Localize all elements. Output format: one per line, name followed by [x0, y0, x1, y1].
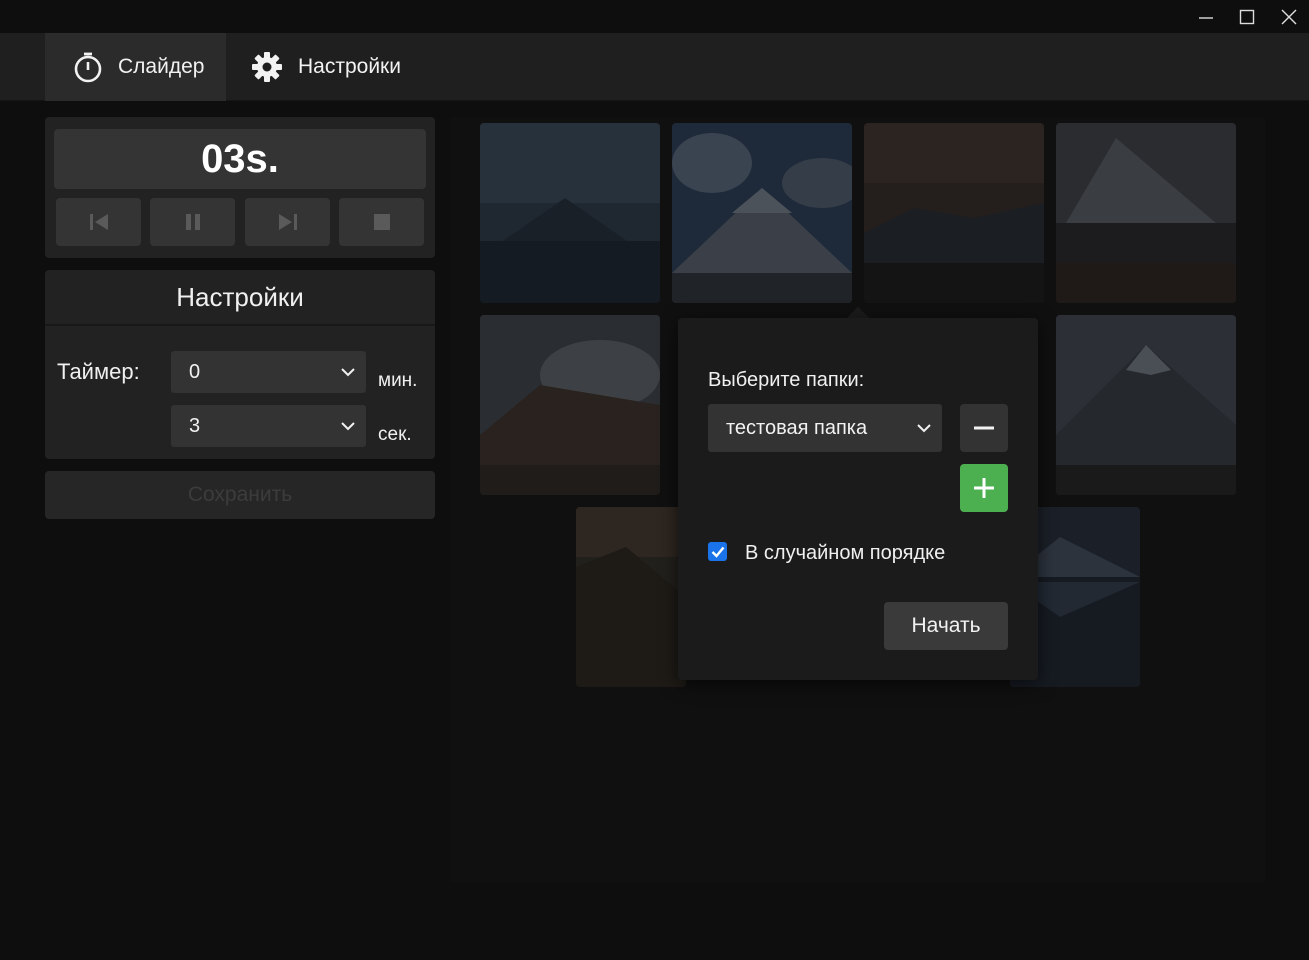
folder-select-popup: Выберите папки: тестовая папка В случайн… [678, 318, 1038, 680]
gallery-image[interactable] [864, 123, 1044, 303]
timer-display: 03s. [54, 129, 426, 189]
navbar: Слайдер Настройки [0, 33, 1309, 101]
seconds-value: 3 [189, 414, 201, 437]
gear-icon [252, 52, 282, 82]
gallery-image[interactable] [480, 123, 660, 303]
start-button[interactable]: Начать [884, 602, 1008, 650]
gallery-image[interactable] [480, 315, 660, 495]
tab-settings-label: Настройки [298, 55, 401, 78]
chevron-down-icon [341, 368, 355, 377]
chevron-down-icon [341, 422, 355, 431]
tab-slider[interactable]: Слайдер [45, 33, 226, 101]
settings-title: Настройки [45, 270, 435, 326]
save-button[interactable]: Сохранить [45, 471, 435, 519]
remove-folder-button[interactable] [960, 404, 1008, 452]
close-button[interactable] [1268, 0, 1309, 33]
minutes-value: 0 [189, 360, 201, 383]
previous-button[interactable] [56, 198, 141, 246]
pause-icon [185, 214, 200, 230]
random-order-checkbox[interactable] [708, 542, 727, 561]
minutes-unit: мин. [378, 370, 418, 391]
volcano-landscape-image [1056, 123, 1236, 303]
minimize-button[interactable] [1185, 0, 1227, 33]
chevron-down-icon [917, 424, 931, 433]
skip-next-icon [278, 214, 297, 230]
stop-icon [373, 214, 390, 230]
volcano-landscape-image [672, 123, 852, 303]
tab-slider-label: Слайдер [118, 55, 205, 78]
title-bar [0, 0, 1309, 33]
folder-select[interactable]: тестовая папка [708, 404, 942, 452]
gallery-image[interactable] [576, 507, 686, 687]
volcano-landscape-image [480, 123, 660, 303]
volcano-landscape-image [864, 123, 1044, 303]
random-order-label: В случайном порядке [745, 542, 946, 564]
player-panel: 03s. [45, 117, 435, 258]
volcano-landscape-image [480, 315, 660, 495]
seconds-unit: сек. [378, 424, 412, 445]
gallery-image[interactable] [1056, 315, 1236, 495]
volcano-landscape-image [1056, 315, 1236, 495]
pause-button[interactable] [150, 198, 235, 246]
minimize-icon [1199, 16, 1213, 19]
tab-settings[interactable]: Настройки [250, 33, 430, 101]
stop-button[interactable] [339, 198, 424, 246]
skip-previous-icon [89, 214, 108, 230]
add-folder-button[interactable] [960, 464, 1008, 512]
minus-icon [974, 426, 994, 430]
close-icon [1281, 9, 1297, 24]
seconds-select[interactable]: 3 [171, 405, 366, 447]
volcano-landscape-image [576, 507, 686, 687]
checkmark-icon [711, 546, 724, 558]
gallery-image[interactable] [1056, 123, 1236, 303]
maximize-button[interactable] [1226, 0, 1268, 33]
popup-title: Выберите папки: [708, 369, 865, 391]
timer-label: Таймер: [57, 359, 140, 384]
maximize-icon [1239, 9, 1255, 24]
folder-select-value: тестовая папка [726, 416, 868, 439]
next-button[interactable] [245, 198, 330, 246]
stopwatch-icon [74, 52, 102, 83]
settings-panel: Настройки Таймер: 0 мин. 3 сек. [45, 270, 435, 459]
gallery-image[interactable] [672, 123, 852, 303]
minutes-select[interactable]: 0 [171, 351, 366, 393]
plus-icon [974, 478, 994, 498]
